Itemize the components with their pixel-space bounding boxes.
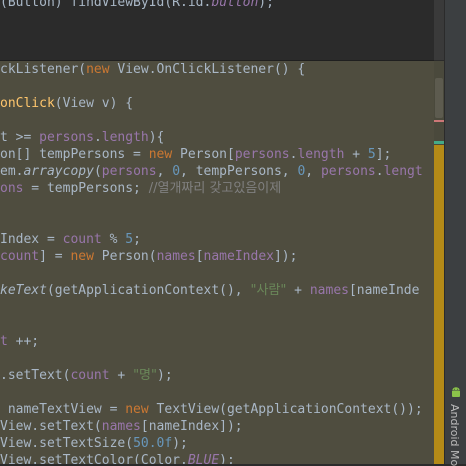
code-token: [ (195, 249, 204, 264)
right-tool-window-bar: Android Mo (444, 0, 466, 466)
code-token: 50.0f (133, 436, 173, 451)
code-token: Index = (0, 232, 63, 247)
code-token: nameTextView = (0, 402, 126, 417)
code-token: t (0, 334, 8, 349)
editor-scroll-gutter[interactable] (434, 0, 444, 464)
code-token: lengt (383, 164, 423, 179)
code-line[interactable]: View.setText(names[nameIndex]); (0, 418, 243, 435)
code-token: names (156, 249, 196, 264)
scrollbar-thumb[interactable] (435, 78, 443, 118)
error-stripe-marker[interactable] (434, 120, 444, 122)
code-token: View.setText( (0, 419, 102, 434)
code-token: count (0, 249, 40, 264)
code-token: persons (320, 164, 376, 179)
code-token: + (344, 147, 368, 162)
code-token: ; (133, 232, 141, 247)
gutter-top (434, 0, 444, 60)
code-token: Person( (93, 249, 157, 264)
code-token: ]; (375, 147, 392, 162)
code-line[interactable]: View.setTextSize(50.0f); (0, 435, 188, 452)
android-monitor-tab[interactable]: Android Mo (448, 404, 461, 466)
code-token: ckListener( (0, 62, 87, 77)
code-line[interactable]: nameTextView = new TextView(getApplicati… (0, 401, 423, 418)
code-comment: //열개짜리 갖고있음이제 (148, 181, 282, 196)
code-token: View.OnClickListener() { (109, 62, 306, 77)
code-token: ); (258, 0, 274, 10)
code-token: persons (39, 130, 94, 145)
code-token: on[] tempPersons = (0, 147, 149, 162)
code-token: ); (219, 453, 235, 464)
code-line[interactable]: on[] tempPersons = new Person[persons.le… (0, 146, 391, 163)
code-token: 5 (125, 232, 134, 247)
code-token: new (86, 62, 110, 77)
code-token: count (62, 232, 102, 247)
code-line[interactable]: ons = tempPersons; //열개짜리 갖고있음이제 (0, 180, 281, 197)
code-token: new (70, 249, 94, 264)
code-token: ++; (7, 334, 40, 349)
code-token: View.setTextSize( (0, 436, 134, 451)
code-token: [nameInde (348, 283, 420, 298)
code-token: arraycopy (23, 164, 94, 179)
code-line[interactable]: em.arraycopy(persons, 0, tempPersons, 0,… (0, 163, 423, 180)
code-line[interactable]: Index = count % 5; (0, 231, 141, 248)
code-line[interactable]: keText(getApplicationContext(), "사람" + n… (0, 282, 419, 299)
code-token: length (101, 130, 149, 145)
warning-stripe-marker[interactable] (434, 145, 444, 464)
code-token: , tempPersons, (180, 164, 298, 179)
code-token: , (156, 164, 173, 179)
code-token: = tempPersons; (23, 181, 149, 196)
code-token: TextView(getApplicationContext()); (148, 402, 423, 417)
code-token: % (101, 232, 126, 247)
code-token: onClick (0, 96, 55, 111)
code-token: . (375, 164, 384, 179)
code-token: new (148, 147, 173, 162)
code-token: length (297, 147, 345, 162)
code-token: em. (0, 164, 24, 179)
code-token: ); (172, 436, 188, 451)
code-token: + (286, 283, 310, 298)
code-string: "사람" (250, 283, 287, 298)
code-token: keText (0, 283, 47, 298)
android-icon[interactable] (450, 386, 462, 398)
code-token: ]); (273, 249, 298, 264)
code-token: 5 (367, 147, 376, 162)
code-token: ] = (39, 249, 71, 264)
code-line[interactable]: ckListener(new View.OnClickListener() { (0, 61, 305, 78)
code-token: , (305, 164, 321, 179)
code-token: ); (157, 368, 173, 383)
code-token: ( (93, 164, 102, 179)
code-token: new (125, 402, 149, 417)
code-token: button (211, 0, 259, 10)
code-string: "명" (133, 368, 157, 383)
code-token: names (309, 283, 349, 298)
code-token: ons (0, 181, 24, 196)
code-token: (Button) findViewById(R.id. (0, 0, 212, 10)
code-token: 0 (172, 164, 181, 179)
code-token: names (101, 419, 141, 434)
code-token: View.setTextColor(Color. (0, 453, 188, 464)
code-line[interactable]: View.setTextColor(Color.BLUE); (0, 452, 235, 464)
code-token: count (70, 368, 110, 383)
code-token: + (109, 368, 134, 383)
code-line[interactable]: count] = new Person(names[nameIndex]); (0, 248, 297, 265)
code-token: persons (234, 147, 290, 162)
change-stripe-marker[interactable] (434, 141, 444, 144)
code-token: (View v) { (54, 96, 134, 111)
code-token: .setText( (0, 368, 71, 383)
code-line[interactable]: t >= persons.length){ (0, 129, 164, 146)
code-line[interactable]: (Button) findViewById(R.id.button); (0, 0, 274, 11)
code-token: Person[ (172, 147, 235, 162)
code-token: persons (101, 164, 157, 179)
code-token: nameIndex (203, 249, 274, 264)
code-token: BLUE (187, 453, 220, 464)
code-token: t >= (0, 130, 40, 145)
code-editor[interactable]: (Button) findViewById(R.id.button); ckLi… (0, 0, 434, 464)
code-line[interactable]: onClick(View v) { (0, 95, 133, 112)
code-line[interactable]: .setText(count + "명"); (0, 367, 173, 384)
code-token: (getApplicationContext(), (46, 283, 251, 298)
code-line[interactable]: t ++; (0, 333, 39, 350)
code-token: . (93, 130, 102, 145)
code-token: ){ (148, 130, 165, 145)
code-token: [nameIndex]); (140, 419, 243, 434)
